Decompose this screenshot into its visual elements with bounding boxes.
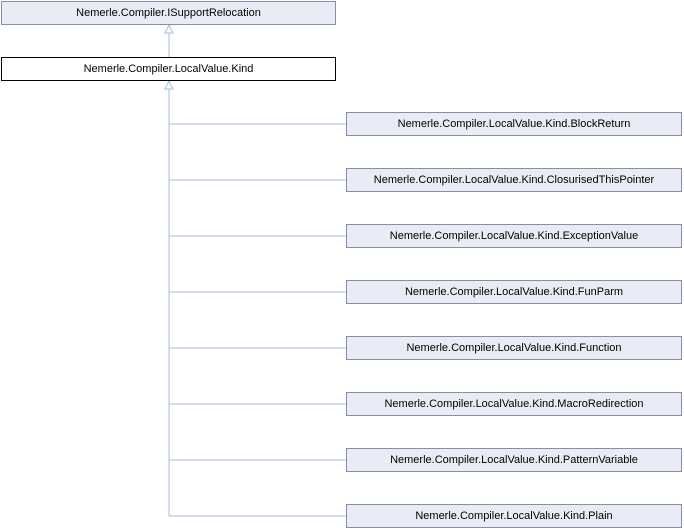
derived-class-node[interactable]: Nemerle.Compiler.LocalValue.Kind.BlockRe… xyxy=(346,112,682,136)
interface-node[interactable]: Nemerle.Compiler.ISupportRelocation xyxy=(1,1,336,25)
derived-class-node[interactable]: Nemerle.Compiler.LocalValue.Kind.Excepti… xyxy=(346,224,682,248)
derived-class-node-label: Nemerle.Compiler.LocalValue.Kind.Closuri… xyxy=(373,174,655,186)
inherit-arrowhead-current xyxy=(164,79,174,90)
derived-class-node[interactable]: Nemerle.Compiler.LocalValue.Kind.Plain xyxy=(346,504,682,528)
current-class-node-label: Nemerle.Compiler.LocalValue.Kind xyxy=(83,63,254,75)
derived-class-node[interactable]: Nemerle.Compiler.LocalValue.Kind.Functio… xyxy=(346,336,682,360)
derived-class-node-label: Nemerle.Compiler.LocalValue.Kind.MacroRe… xyxy=(384,398,644,410)
derived-class-node-label: Nemerle.Compiler.LocalValue.Kind.Excepti… xyxy=(389,230,639,242)
derived-class-node-label: Nemerle.Compiler.LocalValue.Kind.Functio… xyxy=(406,342,622,354)
derived-class-node[interactable]: Nemerle.Compiler.LocalValue.Kind.FunParm xyxy=(346,280,682,304)
derived-class-node-label: Nemerle.Compiler.LocalValue.Kind.Plain xyxy=(415,510,613,522)
inherit-arrowhead-interface xyxy=(164,23,174,34)
current-class-node: Nemerle.Compiler.LocalValue.Kind xyxy=(1,57,336,81)
derived-class-node-label: Nemerle.Compiler.LocalValue.Kind.BlockRe… xyxy=(397,118,631,130)
derived-class-node[interactable]: Nemerle.Compiler.LocalValue.Kind.Pattern… xyxy=(346,448,682,472)
derived-class-node-label: Nemerle.Compiler.LocalValue.Kind.Pattern… xyxy=(390,454,638,466)
derived-class-node-label: Nemerle.Compiler.LocalValue.Kind.FunParm xyxy=(404,286,624,298)
derived-class-node[interactable]: Nemerle.Compiler.LocalValue.Kind.MacroRe… xyxy=(346,392,682,416)
interface-node-label: Nemerle.Compiler.ISupportRelocation xyxy=(76,7,261,19)
derived-class-node[interactable]: Nemerle.Compiler.LocalValue.Kind.Closuri… xyxy=(346,168,682,192)
